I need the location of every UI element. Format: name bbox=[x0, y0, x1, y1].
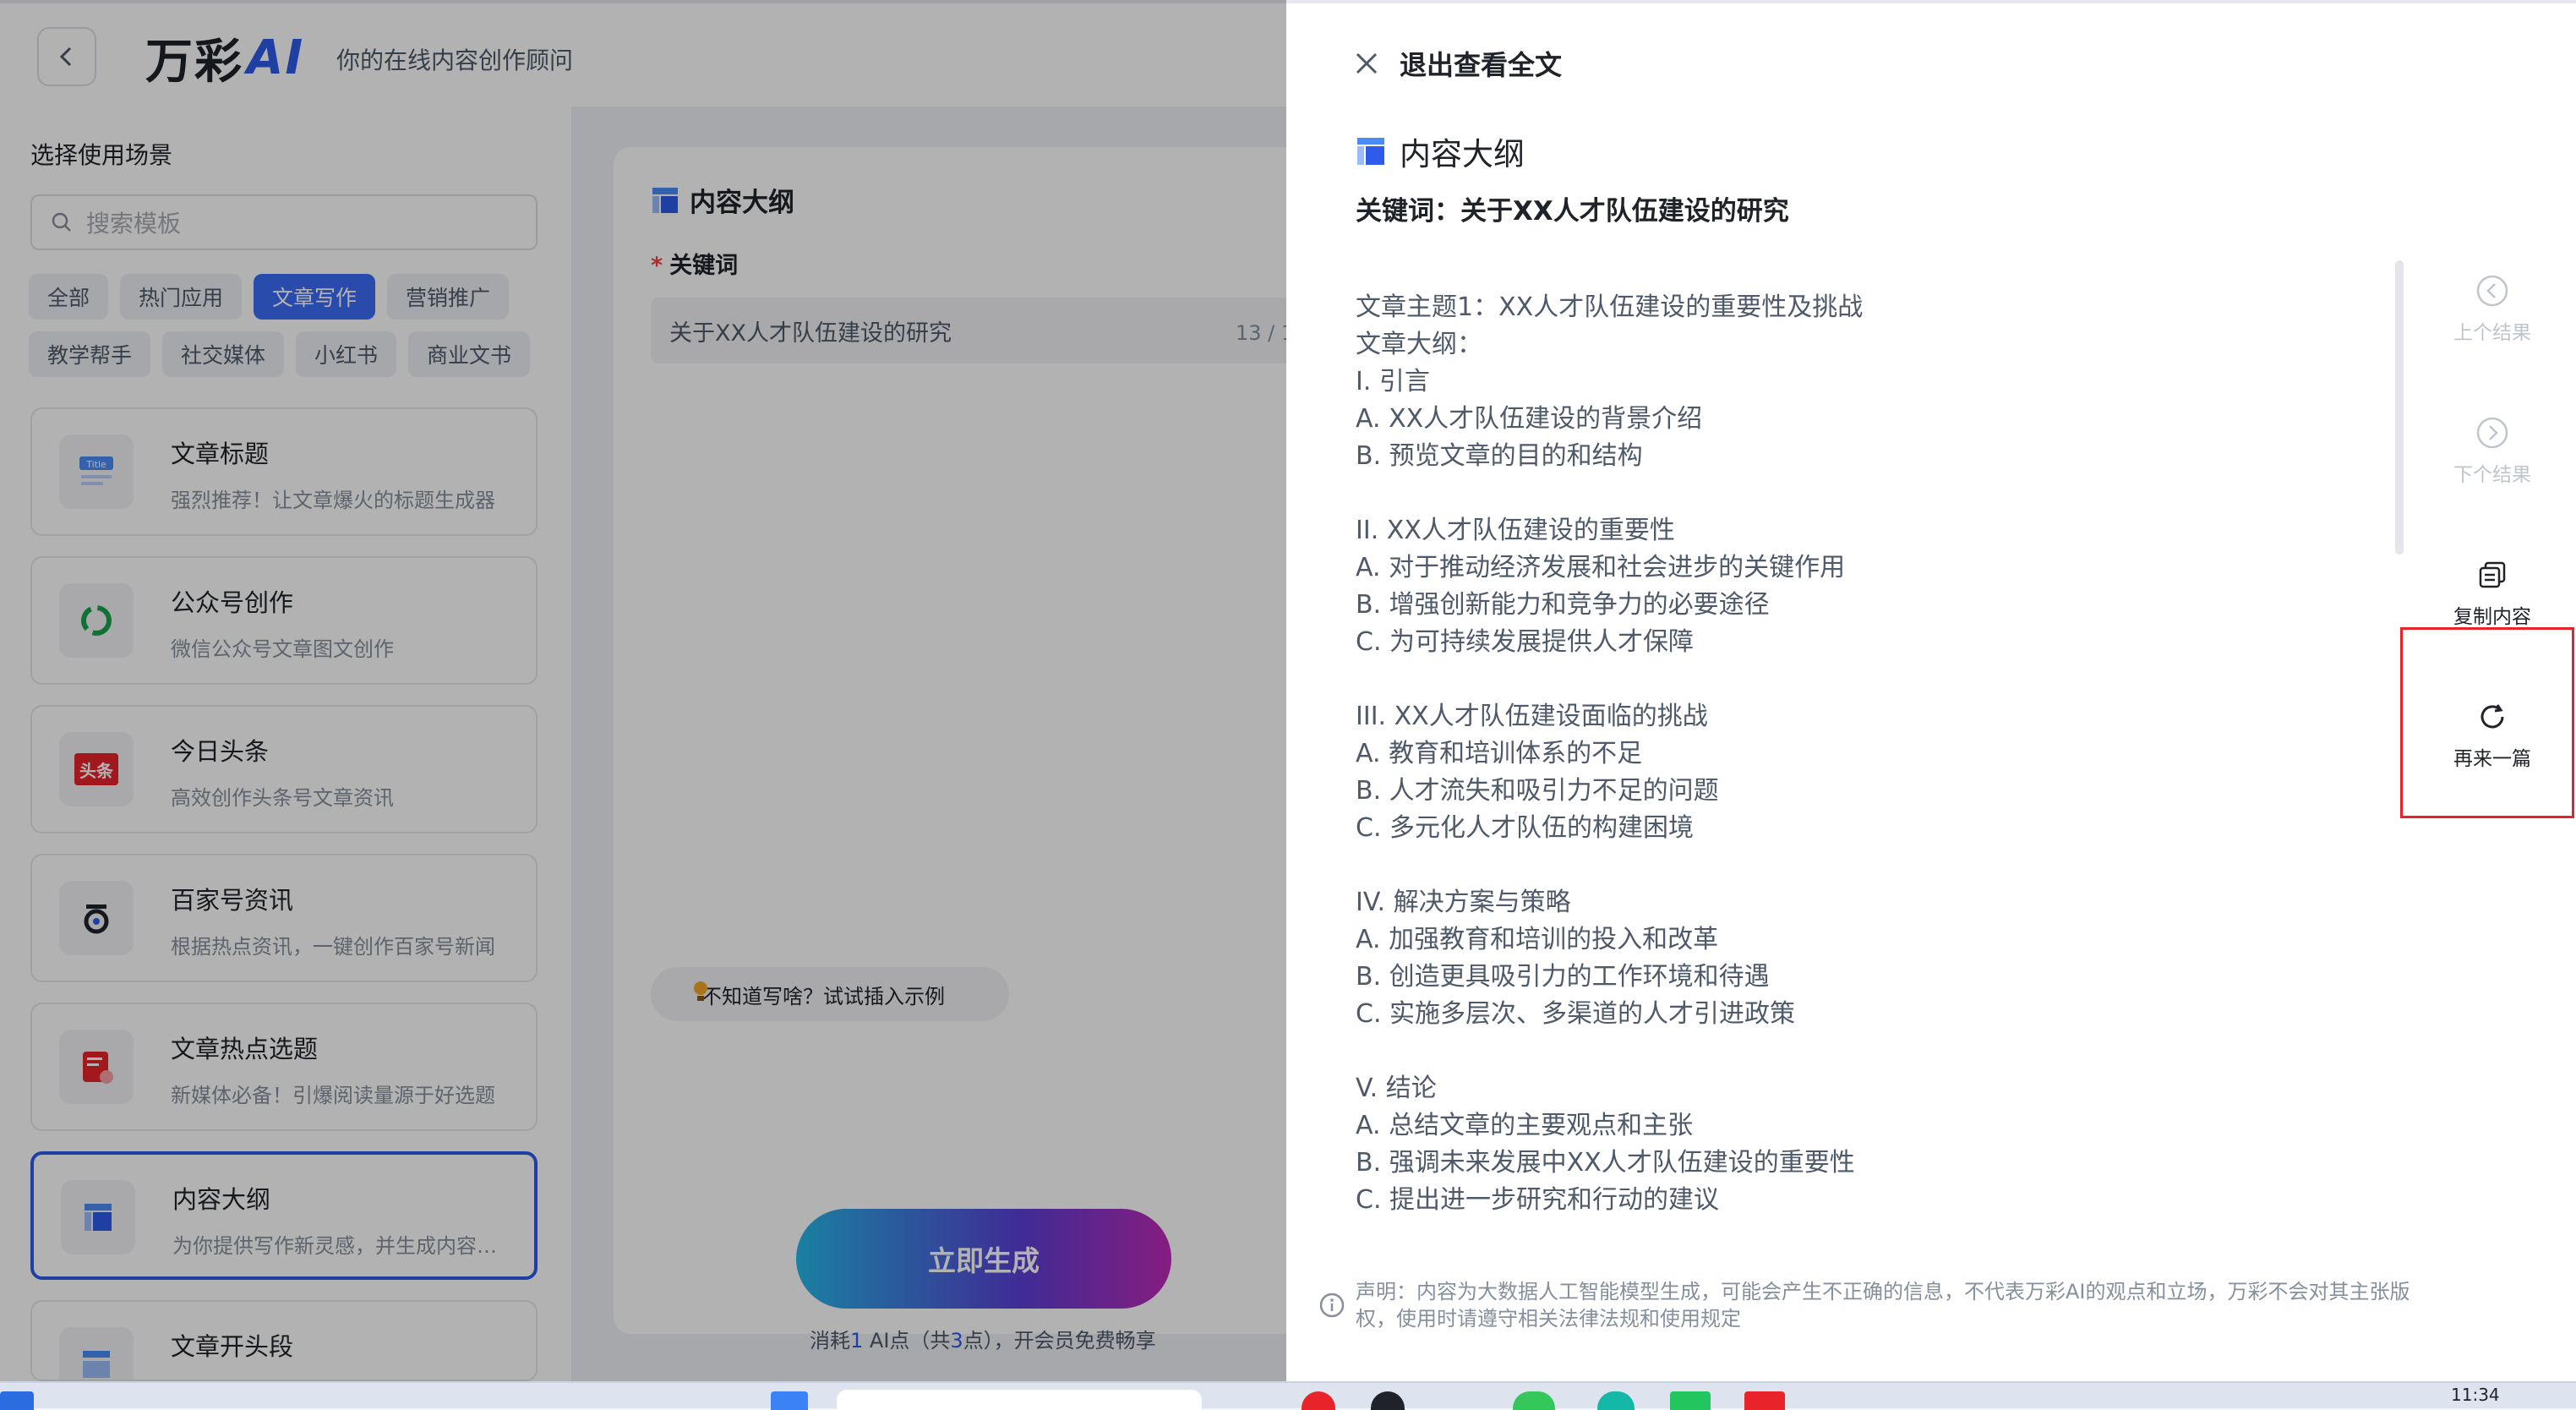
outline-line: C. 实施多层次、多渠道的人才引进政策 bbox=[1356, 999, 1796, 1029]
content-scrollbar[interactable] bbox=[2395, 260, 2404, 555]
os-taskbar: 11:34 bbox=[0, 1381, 2576, 1410]
outline-line: B. 人才流失和吸引力不足的问题 bbox=[1356, 776, 1719, 806]
outline-line: II. XX人才队伍建设的重要性 bbox=[1356, 516, 1675, 545]
outline-line: B. 预览文章的目的和结构 bbox=[1356, 441, 1643, 471]
disclaimer: 声明：内容为大数据人工智能模型生成，可能会产生不正确的信息，不代表万彩AI的观点… bbox=[1318, 1278, 2434, 1332]
windows-start-icon[interactable] bbox=[0, 1391, 34, 1410]
outline-line: A. XX人才队伍建设的背景介绍 bbox=[1356, 404, 1703, 434]
outline-line: A. 教育和培训体系的不足 bbox=[1356, 739, 1643, 768]
outline-line: C. 多元化人才队伍的构建困境 bbox=[1356, 813, 1695, 843]
highlight-annotation-box bbox=[2400, 627, 2574, 818]
copy-content-button[interactable]: 复制内容 bbox=[2442, 558, 2542, 629]
start-menu-icon[interactable] bbox=[771, 1391, 808, 1410]
taskbar-clock: 11:34 bbox=[2451, 1385, 2500, 1405]
taskbar-search-box[interactable] bbox=[837, 1390, 1202, 1410]
chevron-right-circle-icon bbox=[2476, 417, 2508, 449]
next-result-button[interactable]: 下个结果 bbox=[2442, 416, 2542, 487]
outline-line: B. 强调未来发展中XX人才队伍建设的重要性 bbox=[1356, 1148, 1855, 1178]
outline-content: 文章主题1：XX人才队伍建设的重要性及挑战 文章大纲： I. 引言 A. XX人才队伍… bbox=[1356, 289, 2437, 1219]
full-text-drawer: 退出查看全文 内容大纲 关键词：关于XX人才队伍建设的研究 文章主题1：XX人才… bbox=[1286, 0, 2576, 1381]
outline-line: I. 引言 bbox=[1356, 367, 1430, 396]
doc-keyword-line: 关键词：关于XX人才队伍建设的研究 bbox=[1356, 196, 1789, 227]
close-icon[interactable] bbox=[1352, 49, 1381, 78]
next-result-label: 下个结果 bbox=[2453, 464, 2531, 486]
app-icon-dark[interactable] bbox=[1371, 1391, 1405, 1410]
outline-line: 文章主题1：XX人才队伍建设的重要性及挑战 bbox=[1356, 292, 1864, 322]
doc-heading-text: 内容大纲 bbox=[1400, 136, 1525, 172]
prev-result-button[interactable]: 上个结果 bbox=[2442, 274, 2542, 345]
copy-content-label: 复制内容 bbox=[2453, 606, 2531, 628]
outline-line: C. 提出进一步研究和行动的建议 bbox=[1356, 1185, 1720, 1215]
app-icon-docs[interactable] bbox=[1744, 1391, 1785, 1410]
exit-full-text-label[interactable]: 退出查看全文 bbox=[1400, 44, 1562, 83]
app-icon-red[interactable] bbox=[1302, 1391, 1335, 1410]
outline-line: III. XX人才队伍建设面临的挑战 bbox=[1356, 702, 1708, 731]
prev-result-label: 上个结果 bbox=[2453, 322, 2531, 344]
chevron-left-circle-icon bbox=[2476, 275, 2508, 307]
outline-line: V. 结论 bbox=[1356, 1074, 1437, 1103]
outline-line: A. 对于推动经济发展和社会进步的关键作用 bbox=[1356, 553, 1846, 582]
outline-line: IV. 解决方案与策略 bbox=[1356, 888, 1571, 917]
app-window: 万彩 AI 你的在线内容创作顾问 选择使用场景 搜索模板 全部 热门应用 文章写作… bbox=[0, 0, 2576, 1381]
disclaimer-text: 声明：内容为大数据人工智能模型生成，可能会产生不正确的信息，不代表万彩AI的观点… bbox=[1356, 1280, 2410, 1331]
app-icon-teal[interactable] bbox=[1597, 1391, 1635, 1410]
outline-line: A. 加强教育和培训的投入和改革 bbox=[1356, 925, 1719, 954]
outline-icon bbox=[1357, 138, 1384, 165]
modal-backdrop[interactable] bbox=[0, 0, 1286, 1381]
outline-line: B. 创造更具吸引力的工作环境和待遇 bbox=[1356, 962, 1770, 992]
doc-heading: 内容大纲 bbox=[1356, 128, 1525, 174]
info-icon bbox=[1319, 1292, 1345, 1318]
outline-line: B. 增强创新能力和竞争力的必要途径 bbox=[1356, 590, 1770, 620]
app-icon-green[interactable] bbox=[1513, 1391, 1555, 1410]
app-icon-sheet[interactable] bbox=[1670, 1391, 1711, 1410]
outline-line: A. 总结文章的主要观点和主张 bbox=[1356, 1111, 1694, 1140]
outline-line: C. 为可持续发展提供人才保障 bbox=[1356, 627, 1695, 657]
outline-line: 文章大纲： bbox=[1356, 330, 1482, 359]
copy-icon bbox=[2479, 561, 2506, 588]
